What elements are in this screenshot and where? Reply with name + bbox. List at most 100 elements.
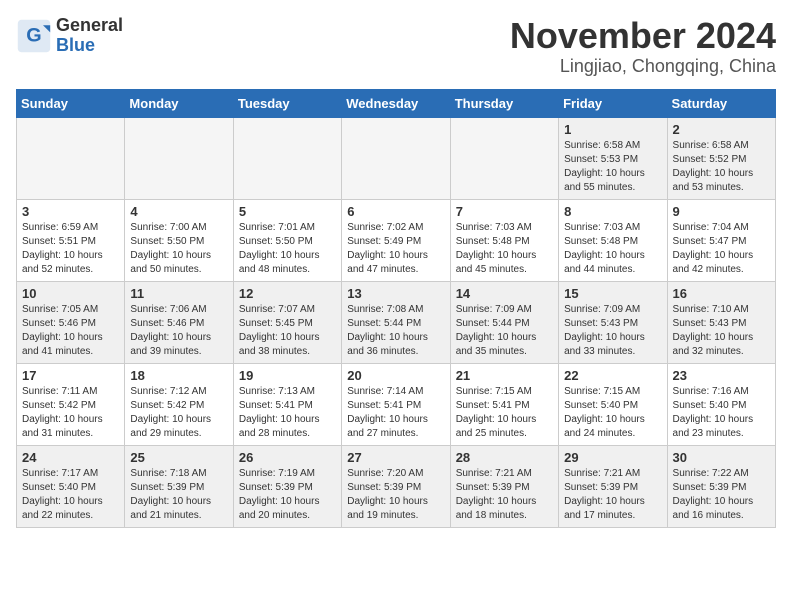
day-number: 11: [130, 286, 227, 301]
weekday-header-sunday: Sunday: [17, 89, 125, 117]
title-block: November 2024 Lingjiao, Chongqing, China: [510, 16, 776, 77]
day-info: Sunrise: 7:13 AM Sunset: 5:41 PM Dayligh…: [239, 385, 336, 441]
day-number: 27: [347, 450, 444, 465]
weekday-header-tuesday: Tuesday: [233, 89, 341, 117]
calendar-cell: 28 Sunrise: 7:21 AM Sunset: 5:39 PM Dayli…: [450, 445, 558, 527]
day-number: 2: [673, 122, 770, 137]
day-info: Sunrise: 7:22 AM Sunset: 5:39 PM Dayligh…: [673, 467, 770, 523]
day-info: Sunrise: 7:12 AM Sunset: 5:42 PM Dayligh…: [130, 385, 227, 441]
day-number: 24: [22, 450, 119, 465]
day-number: 10: [22, 286, 119, 301]
day-info: Sunrise: 7:11 AM Sunset: 5:42 PM Dayligh…: [22, 385, 119, 441]
logo-blue-text: Blue: [56, 36, 123, 56]
day-info: Sunrise: 7:14 AM Sunset: 5:41 PM Dayligh…: [347, 385, 444, 441]
day-info: Sunrise: 6:58 AM Sunset: 5:53 PM Dayligh…: [564, 139, 661, 195]
calendar-week-row: 24 Sunrise: 7:17 AM Sunset: 5:40 PM Dayli…: [17, 445, 776, 527]
day-info: Sunrise: 7:09 AM Sunset: 5:44 PM Dayligh…: [456, 303, 553, 359]
calendar-cell: 1 Sunrise: 6:58 AM Sunset: 5:53 PM Daylig…: [559, 117, 667, 199]
calendar-cell: 25 Sunrise: 7:18 AM Sunset: 5:39 PM Dayli…: [125, 445, 233, 527]
day-info: Sunrise: 7:18 AM Sunset: 5:39 PM Dayligh…: [130, 467, 227, 523]
svg-text:G: G: [26, 24, 41, 46]
calendar-cell: 3 Sunrise: 6:59 AM Sunset: 5:51 PM Daylig…: [17, 199, 125, 281]
calendar-cell: 7 Sunrise: 7:03 AM Sunset: 5:48 PM Daylig…: [450, 199, 558, 281]
calendar-cell: 23 Sunrise: 7:16 AM Sunset: 5:40 PM Dayli…: [667, 363, 775, 445]
day-number: 16: [673, 286, 770, 301]
day-number: 21: [456, 368, 553, 383]
day-number: 12: [239, 286, 336, 301]
day-info: Sunrise: 7:15 AM Sunset: 5:41 PM Dayligh…: [456, 385, 553, 441]
day-info: Sunrise: 7:03 AM Sunset: 5:48 PM Dayligh…: [456, 221, 553, 277]
day-number: 1: [564, 122, 661, 137]
day-number: 23: [673, 368, 770, 383]
day-info: Sunrise: 7:19 AM Sunset: 5:39 PM Dayligh…: [239, 467, 336, 523]
weekday-header-saturday: Saturday: [667, 89, 775, 117]
day-info: Sunrise: 7:08 AM Sunset: 5:44 PM Dayligh…: [347, 303, 444, 359]
calendar-cell: 17 Sunrise: 7:11 AM Sunset: 5:42 PM Dayli…: [17, 363, 125, 445]
calendar-cell: 22Sunrise: 7:15 AM Sunset: 5:40 PM Dayli…: [559, 363, 667, 445]
day-info: Sunrise: 7:21 AM Sunset: 5:39 PM Dayligh…: [456, 467, 553, 523]
day-info: Sunrise: 6:59 AM Sunset: 5:51 PM Dayligh…: [22, 221, 119, 277]
calendar-week-row: 17 Sunrise: 7:11 AM Sunset: 5:42 PM Dayli…: [17, 363, 776, 445]
calendar-cell: 4Sunrise: 7:00 AM Sunset: 5:50 PM Daylig…: [125, 199, 233, 281]
day-number: 18: [130, 368, 227, 383]
day-number: 19: [239, 368, 336, 383]
calendar-cell: 15Sunrise: 7:09 AM Sunset: 5:43 PM Dayli…: [559, 281, 667, 363]
day-number: 3: [22, 204, 119, 219]
day-info: Sunrise: 7:01 AM Sunset: 5:50 PM Dayligh…: [239, 221, 336, 277]
day-info: Sunrise: 7:06 AM Sunset: 5:46 PM Dayligh…: [130, 303, 227, 359]
day-number: 30: [673, 450, 770, 465]
calendar-cell: 10 Sunrise: 7:05 AM Sunset: 5:46 PM Dayli…: [17, 281, 125, 363]
day-info: Sunrise: 7:10 AM Sunset: 5:43 PM Dayligh…: [673, 303, 770, 359]
day-info: Sunrise: 6:58 AM Sunset: 5:52 PM Dayligh…: [673, 139, 770, 195]
day-number: 15: [564, 286, 661, 301]
calendar-cell: 20Sunrise: 7:14 AM Sunset: 5:41 PM Dayli…: [342, 363, 450, 445]
day-info: Sunrise: 7:16 AM Sunset: 5:40 PM Dayligh…: [673, 385, 770, 441]
month-title: November 2024: [510, 16, 776, 56]
weekday-header-row: SundayMondayTuesdayWednesdayThursdayFrid…: [17, 89, 776, 117]
calendar-cell: 14Sunrise: 7:09 AM Sunset: 5:44 PM Dayli…: [450, 281, 558, 363]
calendar-cell: 24 Sunrise: 7:17 AM Sunset: 5:40 PM Dayli…: [17, 445, 125, 527]
calendar-cell: 16 Sunrise: 7:10 AM Sunset: 5:43 PM Dayli…: [667, 281, 775, 363]
day-number: 26: [239, 450, 336, 465]
weekday-header-thursday: Thursday: [450, 89, 558, 117]
calendar-cell: 19 Sunrise: 7:13 AM Sunset: 5:41 PM Dayli…: [233, 363, 341, 445]
day-info: Sunrise: 7:17 AM Sunset: 5:40 PM Dayligh…: [22, 467, 119, 523]
day-number: 25: [130, 450, 227, 465]
day-number: 6: [347, 204, 444, 219]
day-number: 7: [456, 204, 553, 219]
calendar-cell: [342, 117, 450, 199]
day-number: 17: [22, 368, 119, 383]
location-title: Lingjiao, Chongqing, China: [510, 56, 776, 77]
calendar-cell: [17, 117, 125, 199]
weekday-header-monday: Monday: [125, 89, 233, 117]
calendar-cell: 13 Sunrise: 7:08 AM Sunset: 5:44 PM Dayli…: [342, 281, 450, 363]
day-info: Sunrise: 7:20 AM Sunset: 5:39 PM Dayligh…: [347, 467, 444, 523]
calendar-week-row: 1 Sunrise: 6:58 AM Sunset: 5:53 PM Daylig…: [17, 117, 776, 199]
calendar-week-row: 3 Sunrise: 6:59 AM Sunset: 5:51 PM Daylig…: [17, 199, 776, 281]
calendar-cell: 6 Sunrise: 7:02 AM Sunset: 5:49 PM Daylig…: [342, 199, 450, 281]
day-number: 29: [564, 450, 661, 465]
calendar-cell: 26 Sunrise: 7:19 AM Sunset: 5:39 PM Dayli…: [233, 445, 341, 527]
day-number: 5: [239, 204, 336, 219]
calendar-cell: 11 Sunrise: 7:06 AM Sunset: 5:46 PM Dayli…: [125, 281, 233, 363]
day-info: Sunrise: 7:15 AM Sunset: 5:40 PM Dayligh…: [564, 385, 661, 441]
day-info: Sunrise: 7:00 AM Sunset: 5:50 PM Dayligh…: [130, 221, 227, 277]
logo: G General Blue: [16, 16, 123, 56]
day-info: Sunrise: 7:07 AM Sunset: 5:45 PM Dayligh…: [239, 303, 336, 359]
day-info: Sunrise: 7:02 AM Sunset: 5:49 PM Dayligh…: [347, 221, 444, 277]
logo-icon: G: [16, 18, 52, 54]
day-info: Sunrise: 7:05 AM Sunset: 5:46 PM Dayligh…: [22, 303, 119, 359]
day-info: Sunrise: 7:04 AM Sunset: 5:47 PM Dayligh…: [673, 221, 770, 277]
day-number: 28: [456, 450, 553, 465]
day-info: Sunrise: 7:21 AM Sunset: 5:39 PM Dayligh…: [564, 467, 661, 523]
weekday-header-friday: Friday: [559, 89, 667, 117]
logo-text: General Blue: [56, 16, 123, 56]
calendar-cell: 12 Sunrise: 7:07 AM Sunset: 5:45 PM Dayli…: [233, 281, 341, 363]
calendar-cell: 27 Sunrise: 7:20 AM Sunset: 5:39 PM Dayli…: [342, 445, 450, 527]
calendar-cell: 30 Sunrise: 7:22 AM Sunset: 5:39 PM Dayli…: [667, 445, 775, 527]
calendar-cell: [450, 117, 558, 199]
calendar-cell: [125, 117, 233, 199]
day-number: 9: [673, 204, 770, 219]
day-number: 13: [347, 286, 444, 301]
calendar-cell: 21 Sunrise: 7:15 AM Sunset: 5:41 PM Dayli…: [450, 363, 558, 445]
